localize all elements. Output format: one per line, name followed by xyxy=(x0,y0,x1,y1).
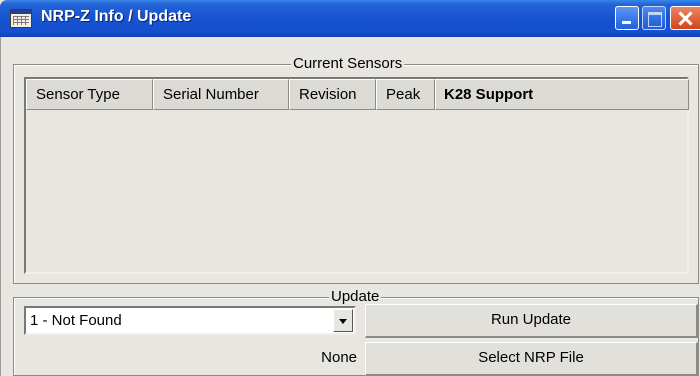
maximize-button[interactable] xyxy=(642,6,666,30)
current-sensors-legend: Current Sensors xyxy=(291,55,405,73)
title-bar[interactable]: NRP-Z Info / Update xyxy=(0,0,700,37)
sensors-table[interactable]: Sensor Type Serial Number Revision Peak … xyxy=(24,77,689,274)
run-update-button[interactable]: Run Update xyxy=(365,304,698,338)
window-title: NRP-Z Info / Update xyxy=(41,8,192,25)
sensors-table-header: Sensor Type Serial Number Revision Peak … xyxy=(26,79,689,110)
col-revision[interactable]: Revision xyxy=(289,79,376,110)
sensor-select-dropdown[interactable]: 1 - Not Found xyxy=(24,306,356,335)
col-sensor-type[interactable]: Sensor Type xyxy=(26,79,153,110)
select-nrp-file-button[interactable]: Select NRP File xyxy=(365,342,698,376)
col-serial-number[interactable]: Serial Number xyxy=(153,79,289,110)
sensor-select-value: 1 - Not Found xyxy=(30,312,122,329)
chevron-down-icon[interactable] xyxy=(333,309,353,332)
nrpz-info-update-window: NRP-Z Info / Update Current Sensors Sens… xyxy=(0,0,700,376)
minimize-button[interactable] xyxy=(615,6,639,30)
update-group: Update 1 - Not Found Run Update None Sel… xyxy=(13,288,699,376)
col-k28-support[interactable]: K28 Support xyxy=(435,79,689,110)
close-button[interactable] xyxy=(670,6,700,30)
selected-file-value: None xyxy=(321,349,357,366)
window-client-area: Current Sensors Sensor Type Serial Numbe… xyxy=(0,37,700,376)
current-sensors-group: Current Sensors Sensor Type Serial Numbe… xyxy=(13,55,699,284)
col-peak[interactable]: Peak xyxy=(376,79,435,110)
app-window-icon[interactable] xyxy=(10,9,32,28)
